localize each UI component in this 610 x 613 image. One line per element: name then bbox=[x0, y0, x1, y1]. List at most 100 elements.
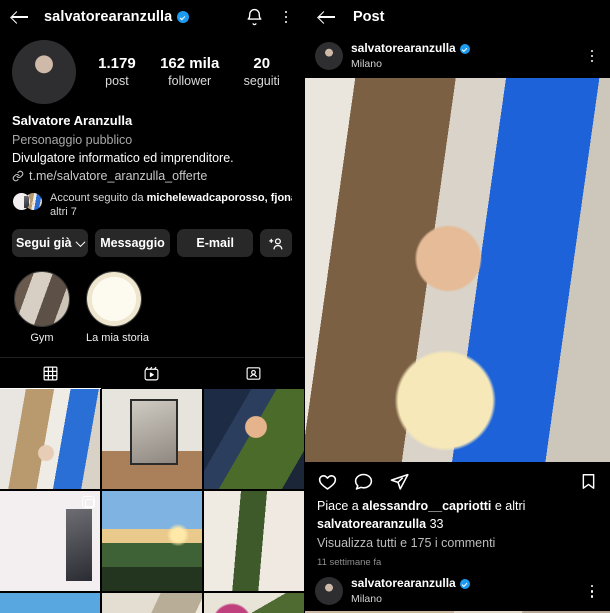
profile-panel: salvatorearanzulla 1.179 post 162 mila f… bbox=[0, 0, 305, 613]
profile-summary: 1.179 post 162 mila follower 20 seguiti bbox=[0, 34, 304, 104]
tab-reels[interactable] bbox=[101, 358, 202, 389]
highlight-thumbnail bbox=[14, 271, 70, 328]
profile-link-text: t.me/salvatore_aranzulla_offerte bbox=[29, 169, 208, 184]
post-header: Post bbox=[305, 0, 610, 34]
grid-item-image bbox=[102, 593, 202, 613]
kebab-menu-icon[interactable] bbox=[584, 47, 600, 66]
grid-item-image bbox=[102, 389, 202, 490]
grid-item-image bbox=[102, 491, 202, 592]
avatar-image bbox=[12, 40, 76, 104]
highlight-gym[interactable]: Gym bbox=[14, 271, 70, 345]
add-person-button[interactable] bbox=[260, 229, 293, 258]
grid-item[interactable] bbox=[102, 491, 202, 592]
mutual-followers-text: Account seguito da michelewadcaporosso, … bbox=[50, 191, 292, 220]
mutual-suffix: altri 7 bbox=[50, 206, 77, 219]
next-post-author-row: salvatorearanzulla Milano bbox=[305, 571, 610, 611]
grid-item-image bbox=[0, 389, 100, 490]
post-author-avatar[interactable] bbox=[315, 42, 343, 70]
highlight-label: La mia storia bbox=[86, 332, 149, 345]
add-person-icon bbox=[268, 235, 285, 252]
profile-description: Divulgatore informatico ed imprenditore. bbox=[12, 150, 234, 165]
story-highlights: Gym La mia storia bbox=[0, 257, 304, 345]
back-arrow-icon[interactable] bbox=[10, 7, 30, 27]
post-photo[interactable] bbox=[305, 78, 610, 462]
grid-item-image bbox=[204, 491, 304, 592]
grid-item[interactable] bbox=[102, 593, 202, 613]
verified-badge-icon bbox=[459, 43, 470, 54]
message-button-label: Messaggio bbox=[100, 236, 165, 251]
stat-following-value: 20 bbox=[253, 55, 271, 73]
profile-tabs bbox=[0, 357, 304, 390]
grid-icon bbox=[42, 365, 59, 382]
chevron-down-icon bbox=[75, 236, 86, 247]
email-button-label: E-mail bbox=[196, 236, 234, 251]
heart-icon[interactable] bbox=[317, 471, 338, 492]
reels-icon bbox=[143, 365, 160, 382]
profile-username: salvatorearanzulla bbox=[44, 9, 173, 25]
grid-item[interactable] bbox=[204, 491, 304, 592]
kebab-menu-icon[interactable] bbox=[584, 582, 600, 601]
next-post-location: Milano bbox=[351, 593, 382, 606]
caption-username[interactable]: salvatorearanzulla bbox=[317, 517, 426, 531]
post-caption: salvatorearanzulla 33 bbox=[317, 515, 598, 533]
back-arrow-icon[interactable] bbox=[317, 7, 337, 27]
mutual-prefix: Account seguito da bbox=[50, 191, 147, 204]
grid-item-image bbox=[204, 593, 304, 613]
verified-badge-icon bbox=[177, 11, 190, 23]
email-button[interactable]: E-mail bbox=[177, 229, 254, 258]
grid-item[interactable] bbox=[0, 491, 100, 592]
profile-actions: Segui già Messaggio E-mail bbox=[0, 220, 304, 258]
stat-posts-label: post bbox=[105, 73, 129, 88]
bookmark-icon[interactable] bbox=[579, 472, 598, 491]
verified-badge-icon bbox=[459, 579, 470, 590]
view-comments-link[interactable]: Visualizza tutti e 175 i commenti bbox=[317, 533, 598, 553]
kebab-menu-icon[interactable] bbox=[278, 8, 294, 27]
stat-followers-label: follower bbox=[168, 73, 212, 88]
instagram-screenshot: salvatorearanzulla 1.179 post 162 mila f… bbox=[0, 0, 610, 613]
highlight-thumbnail bbox=[86, 271, 142, 328]
tab-grid[interactable] bbox=[0, 358, 102, 390]
profile-link-row[interactable]: t.me/salvatore_aranzulla_offerte bbox=[12, 167, 292, 186]
following-button[interactable]: Segui già bbox=[12, 229, 88, 258]
bio-section: Salvatore Aranzulla Personaggio pubblico… bbox=[0, 104, 304, 220]
message-button[interactable]: Messaggio bbox=[94, 229, 171, 258]
comment-icon[interactable] bbox=[353, 471, 374, 492]
highlight-la-mia-storia[interactable]: La mia storia bbox=[86, 271, 149, 345]
grid-item[interactable] bbox=[0, 593, 100, 613]
post-author-row: salvatorearanzulla Milano bbox=[305, 34, 610, 78]
stat-followers[interactable]: 162 mila follower bbox=[160, 55, 219, 89]
highlight-label: Gym bbox=[30, 332, 54, 345]
page-title: Post bbox=[353, 9, 385, 25]
grid-item[interactable] bbox=[204, 593, 304, 613]
likes-text[interactable]: Piace a alessandro__capriotti e altri bbox=[317, 497, 598, 515]
posts-grid bbox=[0, 389, 304, 613]
carousel-icon bbox=[82, 496, 95, 509]
link-icon bbox=[12, 170, 24, 182]
bell-icon[interactable] bbox=[245, 8, 264, 27]
profile-full-name: Salvatore Aranzulla bbox=[12, 113, 133, 128]
grid-item[interactable] bbox=[102, 389, 202, 490]
share-icon[interactable] bbox=[389, 471, 410, 492]
tab-tagged[interactable] bbox=[203, 358, 304, 389]
next-post-author-name-row[interactable]: salvatorearanzulla bbox=[351, 576, 576, 592]
next-post-author-avatar[interactable] bbox=[315, 577, 343, 606]
stat-posts[interactable]: 1.179 post bbox=[98, 55, 136, 89]
stats-row: 1.179 post 162 mila follower 20 seguiti bbox=[76, 55, 292, 89]
mutual-avatar bbox=[12, 191, 31, 211]
post-author-meta: salvatorearanzulla Milano bbox=[351, 41, 576, 71]
next-post-author-meta: salvatorearanzulla Milano bbox=[351, 576, 576, 606]
post-panel: Post salvatorearanzulla Milano Piace a a… bbox=[305, 0, 610, 613]
grid-item-image bbox=[204, 389, 304, 490]
grid-item[interactable] bbox=[204, 389, 304, 490]
post-author-name-row[interactable]: salvatorearanzulla bbox=[351, 41, 576, 57]
stat-followers-value: 162 mila bbox=[160, 55, 220, 73]
post-meta: Piace a alessandro__capriotti e altri sa… bbox=[305, 496, 610, 571]
stat-following-label: seguiti bbox=[243, 73, 280, 88]
profile-header: salvatorearanzulla bbox=[0, 0, 304, 34]
mutual-followers[interactable]: Account seguito da michelewadcaporosso, … bbox=[12, 186, 292, 220]
avatar[interactable] bbox=[12, 40, 76, 104]
grid-item[interactable] bbox=[0, 389, 100, 490]
stat-following[interactable]: 20 seguiti bbox=[244, 55, 280, 89]
likes-username: alessandro__capriotti bbox=[362, 499, 492, 513]
following-button-label: Segui già bbox=[16, 236, 72, 251]
